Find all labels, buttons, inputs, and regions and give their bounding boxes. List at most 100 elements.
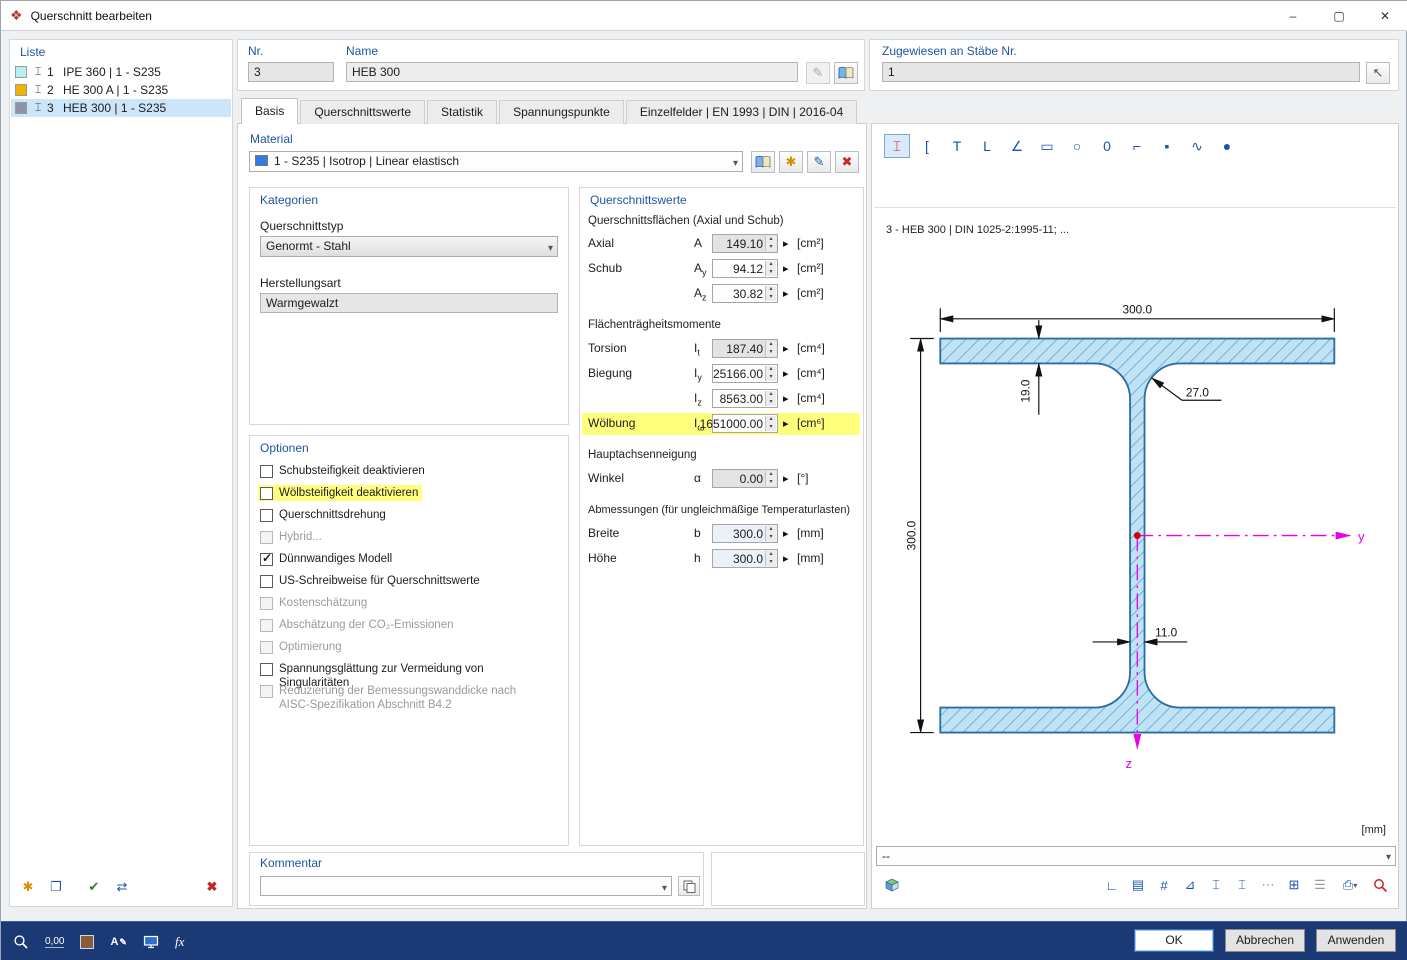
details-list-icon[interactable]: ☰ bbox=[1308, 874, 1332, 896]
shape-circular-section-icon[interactable]: ○ bbox=[1064, 134, 1090, 158]
value-field[interactable]: 25166.00 ▴ ▾ bbox=[712, 364, 778, 383]
tab-spannungspunkte[interactable]: Spannungspunkte bbox=[499, 100, 624, 124]
spinner-icon[interactable]: ▴ ▾ bbox=[765, 391, 776, 406]
section-outline-icon[interactable]: ⌶ bbox=[1204, 874, 1228, 896]
edit-material-icon[interactable]: ✎ bbox=[807, 151, 831, 173]
zoom-reset-icon[interactable] bbox=[1368, 874, 1392, 896]
checkbox-icon[interactable] bbox=[260, 509, 273, 522]
check-section-icon[interactable]: ✔ bbox=[82, 876, 106, 898]
spinner-icon[interactable]: ▴ ▾ bbox=[765, 341, 776, 356]
option-hybrid[interactable]: Hybrid... bbox=[258, 529, 326, 545]
value-field[interactable]: 300.0 ▴ ▾ bbox=[712, 549, 778, 568]
list-item[interactable]: ⌶ 1 IPE 360 | 1 - S235 bbox=[11, 63, 231, 81]
option-querschnittsdrehung[interactable]: Querschnittsdrehung bbox=[258, 507, 390, 523]
shape-point-section-icon[interactable]: ● bbox=[1214, 134, 1240, 158]
section-type-combo[interactable]: Genormt - Stahl bbox=[260, 236, 558, 257]
shape-cold-formed-section-icon[interactable]: ∿ bbox=[1184, 134, 1210, 158]
option-co2-emissionen[interactable]: Abschätzung der CO₂-Emissionen bbox=[258, 617, 458, 633]
shape-pipe-section-icon[interactable]: 0 bbox=[1094, 134, 1120, 158]
option-duennwandiges-modell[interactable]: Dünnwandiges Modell bbox=[258, 551, 396, 567]
nr-field[interactable]: 3 bbox=[248, 62, 334, 82]
delete-material-icon[interactable]: ✖ bbox=[835, 151, 859, 173]
checkbox-icon[interactable] bbox=[260, 465, 273, 478]
spinner-icon[interactable]: ▴ ▾ bbox=[765, 366, 776, 381]
option-woelbsteifigkeit[interactable]: Wölbsteifigkeit deaktivieren bbox=[258, 485, 423, 501]
zoom-icon[interactable] bbox=[13, 934, 29, 950]
expand-arrow-icon[interactable] bbox=[783, 366, 789, 380]
rename-section-icon[interactable]: ✎ bbox=[806, 62, 830, 84]
section-library-icon[interactable] bbox=[834, 62, 858, 84]
shape-box-section-icon[interactable]: ▭ bbox=[1034, 134, 1060, 158]
spinner-icon[interactable]: ▴ ▾ bbox=[765, 261, 776, 276]
option-kostenschaetzung[interactable]: Kostenschätzung bbox=[258, 595, 371, 611]
new-material-icon[interactable]: ✱ bbox=[779, 151, 803, 173]
tab-querschnittswerte[interactable]: Querschnittswerte bbox=[300, 100, 426, 124]
function-icon[interactable]: fx bbox=[175, 934, 184, 950]
minimize-button[interactable]: – bbox=[1270, 1, 1316, 31]
table-icon[interactable]: ⊞ bbox=[1282, 874, 1306, 896]
value-field[interactable]: 94.12 ▴ ▾ bbox=[712, 259, 778, 278]
apply-button[interactable]: Anwenden bbox=[1316, 929, 1396, 952]
checkbox-icon[interactable] bbox=[260, 663, 273, 676]
shape-t-section-icon[interactable]: T bbox=[944, 134, 970, 158]
list-item[interactable]: ⌶ 2 HE 300 A | 1 - S235 bbox=[11, 81, 231, 99]
expand-arrow-icon[interactable] bbox=[783, 526, 789, 540]
expand-arrow-icon[interactable] bbox=[783, 341, 789, 355]
decimal-places-icon[interactable]: 0,00 bbox=[45, 936, 65, 948]
maximize-button[interactable]: ▢ bbox=[1316, 1, 1362, 31]
delete-section-icon[interactable]: ✖ bbox=[200, 876, 224, 898]
spinner-icon[interactable]: ▴ ▾ bbox=[765, 236, 776, 251]
render-mode-icon[interactable] bbox=[880, 874, 904, 896]
spinner-icon[interactable]: ▴ ▾ bbox=[765, 286, 776, 301]
expand-arrow-icon[interactable] bbox=[783, 551, 789, 565]
axes-display-icon[interactable]: ∟ bbox=[1100, 874, 1124, 896]
display-settings-icon[interactable] bbox=[143, 935, 159, 949]
spinner-icon[interactable]: ▴ ▾ bbox=[765, 471, 776, 486]
expand-arrow-icon[interactable] bbox=[783, 391, 789, 405]
close-button[interactable]: ✕ bbox=[1362, 1, 1407, 31]
expand-arrow-icon[interactable] bbox=[783, 286, 789, 300]
comment-combo[interactable] bbox=[260, 876, 672, 896]
more-options-icon[interactable]: ⋯ bbox=[1256, 874, 1280, 896]
dimensions-display-icon[interactable]: ▤ bbox=[1126, 874, 1150, 896]
spinner-icon[interactable]: ▴ ▾ bbox=[765, 526, 776, 541]
option-us-schreibweise[interactable]: US-Schreibweise für Querschnittswerte bbox=[258, 573, 484, 589]
copy-section-icon[interactable]: ❐ bbox=[44, 876, 68, 898]
values-display-icon[interactable]: # bbox=[1152, 874, 1176, 896]
tab-statistik[interactable]: Statistik bbox=[427, 100, 498, 124]
value-field[interactable]: 8563.00 ▴ ▾ bbox=[712, 389, 778, 408]
value-field[interactable]: 30.82 ▴ ▾ bbox=[712, 284, 778, 303]
angle-display-icon[interactable]: ⊿ bbox=[1178, 874, 1202, 896]
checkbox-icon[interactable] bbox=[260, 551, 273, 566]
value-field[interactable]: 300.0 ▴ ▾ bbox=[712, 524, 778, 543]
swap-section-icon[interactable]: ⇄ bbox=[110, 876, 134, 898]
shape-channel-section-icon[interactable]: [ bbox=[914, 134, 940, 158]
pick-members-icon[interactable]: ↖ bbox=[1366, 62, 1390, 84]
value-field[interactable]: 1651000.00 ▴ ▾ bbox=[700, 414, 778, 433]
checkbox-icon[interactable] bbox=[260, 575, 273, 588]
section-points-icon[interactable]: ⌶ bbox=[1230, 874, 1254, 896]
tab-einzelfelder[interactable]: Einzelfelder | EN 1993 | DIN | 2016-04 bbox=[625, 100, 858, 124]
expand-arrow-icon[interactable] bbox=[783, 416, 789, 430]
assigned-members-field[interactable]: 1 bbox=[882, 62, 1360, 82]
option-aisc-reduzierung[interactable]: Reduzierung der Bemessungswanddicke nach… bbox=[258, 683, 533, 713]
shape-z-section-icon[interactable]: ⌐ bbox=[1124, 134, 1150, 158]
preview-display-combo[interactable]: -- bbox=[876, 846, 1396, 866]
rename-icon[interactable]: A ✎ bbox=[110, 936, 127, 948]
shape-l-section-icon[interactable]: L bbox=[974, 134, 1000, 158]
name-field[interactable]: HEB 300 bbox=[346, 62, 798, 82]
shape-i-section-icon[interactable]: ⌶ bbox=[884, 134, 910, 158]
value-field[interactable]: 0.00 ▴ ▾ bbox=[712, 469, 778, 488]
expand-arrow-icon[interactable] bbox=[783, 236, 789, 250]
material-combo[interactable]: 1 - S235 | Isotrop | Linear elastisch bbox=[249, 151, 743, 172]
option-optimierung[interactable]: Optimierung bbox=[258, 639, 346, 655]
copy-comment-icon[interactable] bbox=[678, 876, 700, 896]
value-field[interactable]: 149.10 ▴ ▾ bbox=[712, 234, 778, 253]
expand-arrow-icon[interactable] bbox=[783, 261, 789, 275]
print-icon[interactable]: ⎙ ▾ bbox=[1334, 874, 1366, 896]
expand-arrow-icon[interactable] bbox=[783, 471, 789, 485]
value-field[interactable]: 187.40 ▴ ▾ bbox=[712, 339, 778, 358]
tab-basis[interactable]: Basis bbox=[241, 98, 299, 124]
new-section-icon[interactable]: ✱ bbox=[16, 876, 40, 898]
cancel-button[interactable]: Abbrechen bbox=[1225, 929, 1305, 952]
